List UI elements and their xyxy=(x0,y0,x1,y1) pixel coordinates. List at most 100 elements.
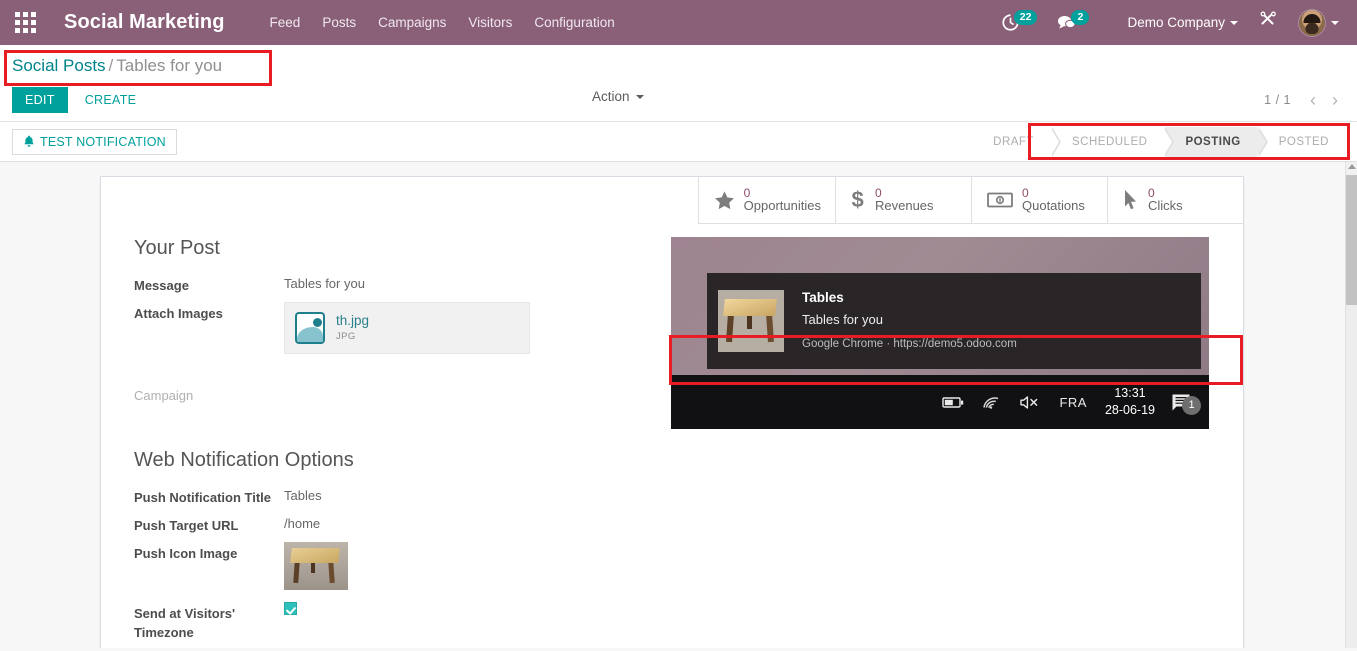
web-notification-section-title: Web Notification Options xyxy=(134,449,354,471)
status-bar: DRAFT SCHEDULED POSTING POSTED xyxy=(973,126,1345,157)
image-file-icon xyxy=(295,312,325,344)
control-panel: Social Posts / Tables for you EDIT CREATE … xyxy=(0,45,1357,122)
status-stage-label: POSTING xyxy=(1185,135,1241,148)
apps-grid-icon[interactable] xyxy=(8,12,42,33)
toast-source: Google Chrome · https://demo5.odoo.com xyxy=(802,338,1017,351)
attachment-filename: th.jpg xyxy=(336,313,370,329)
field-value-message: Tables for you xyxy=(284,276,365,291)
status-stage-scheduled[interactable]: SCHEDULED xyxy=(1052,126,1175,157)
push-icon-image-preview[interactable] xyxy=(284,542,348,590)
volume-muted-icon xyxy=(1010,395,1050,410)
wifi-icon xyxy=(973,395,1010,410)
stat-button-clicks[interactable]: 0 Clicks xyxy=(1107,177,1243,223)
stat-button-box: 0 Opportunities $ 0 Revenues 0 Quotation… xyxy=(697,177,1243,224)
pager-count: 1 / 1 xyxy=(1264,93,1291,107)
field-campaign: Campaign xyxy=(134,384,671,405)
app-brand-title: Social Marketing xyxy=(64,11,225,33)
menu-item-visitors[interactable]: Visitors xyxy=(457,9,523,36)
stat-button-quotations[interactable]: 0 Quotations xyxy=(971,177,1107,223)
vertical-scrollbar[interactable] xyxy=(1345,162,1357,648)
messaging-menu[interactable]: 2 xyxy=(1047,9,1099,31)
form-sheet: 0 Opportunities $ 0 Revenues 0 Quotation… xyxy=(100,176,1244,648)
field-label-push-icon-image: Push Icon Image xyxy=(134,546,238,561)
toast-body: Tables for you xyxy=(802,311,883,327)
field-label-push-url: Push Target URL xyxy=(134,518,239,533)
pager-next-button[interactable]: › xyxy=(1325,91,1345,109)
actions-row: EDIT CREATE Action 1 / 1 ‹ › xyxy=(0,87,1357,121)
windows-toast-notification: Tables Tables for you Google Chrome · ht… xyxy=(707,273,1201,369)
stat-label: Opportunities xyxy=(743,198,821,214)
scrollbar-thumb[interactable] xyxy=(1346,175,1357,305)
toast-thumbnail-image xyxy=(718,290,784,352)
svg-text:$: $ xyxy=(852,188,864,212)
status-stage-draft[interactable]: DRAFT xyxy=(973,126,1061,157)
edit-button[interactable]: EDIT xyxy=(12,87,68,113)
breadcrumb-root-link[interactable]: Social Posts xyxy=(12,56,106,75)
field-label-campaign: Campaign xyxy=(134,388,194,403)
action-menu-dropdown[interactable]: Action xyxy=(592,89,644,104)
chevron-down-icon xyxy=(635,95,644,100)
chevron-down-icon xyxy=(1230,21,1238,26)
status-stage-label: POSTED xyxy=(1278,135,1329,148)
status-stage-label: DRAFT xyxy=(993,135,1034,148)
form-scroll-area: 0 Opportunities $ 0 Revenues 0 Quotation… xyxy=(0,162,1357,648)
menu-item-posts[interactable]: Posts xyxy=(311,9,367,36)
field-attach-images: Attach Images th.jpg JPG xyxy=(134,302,671,354)
company-name-label: Demo Company xyxy=(1127,15,1225,30)
form-body: Your Post Message Tables for you Attach … xyxy=(101,177,1243,648)
field-label-attach-images: Attach Images xyxy=(134,306,223,321)
toast-title: Tables xyxy=(802,290,844,306)
field-send-visitors-timezone: Send at Visitors' Timezone xyxy=(134,602,671,642)
field-label-send-visitors-timezone: Send at Visitors' Timezone xyxy=(134,606,236,640)
form-right-column: Tables Tables for you Google Chrome · ht… xyxy=(671,237,1211,648)
developer-tools-button[interactable] xyxy=(1250,11,1288,34)
avatar xyxy=(1298,8,1326,37)
field-value-push-url: /home xyxy=(284,516,321,531)
field-value-push-title: Tables xyxy=(284,488,322,503)
breadcrumb: Social Posts / Tables for you xyxy=(12,55,1357,77)
field-message: Message Tables for you xyxy=(134,274,671,295)
create-button[interactable]: CREATE xyxy=(72,87,150,113)
notification-preview-image: Tables Tables for you Google Chrome · ht… xyxy=(671,237,1209,429)
stat-button-opportunities[interactable]: 0 Opportunities xyxy=(697,177,835,223)
send-at-visitors-timezone-checkbox[interactable] xyxy=(284,602,297,615)
scrollbar-track[interactable] xyxy=(1346,305,1357,648)
attachment-extension: JPG xyxy=(336,331,356,343)
field-push-icon-image: Push Icon Image xyxy=(134,542,671,590)
stat-label: Revenues xyxy=(875,198,934,214)
taskbar-time: 13:31 xyxy=(1114,386,1146,401)
activity-count-badge: 22 xyxy=(1013,9,1038,25)
messages-count-badge: 2 xyxy=(1071,9,1090,25)
field-label-message: Message xyxy=(134,278,189,293)
attachment-card[interactable]: th.jpg JPG xyxy=(284,302,530,354)
stat-label: Clicks xyxy=(1148,198,1183,214)
field-label-push-title: Push Notification Title xyxy=(134,490,271,505)
menu-item-configuration[interactable]: Configuration xyxy=(523,9,625,36)
activity-menu[interactable]: 22 xyxy=(992,9,1048,31)
chevron-down-icon xyxy=(1331,20,1339,25)
top-navbar: Social Marketing Feed Posts Campaigns Vi… xyxy=(0,0,1357,45)
taskbar-notification-center: 1 xyxy=(1167,393,1201,415)
status-stage-label: SCHEDULED xyxy=(1072,135,1148,148)
action-menu-label: Action xyxy=(592,89,630,104)
taskbar-clock: 13:31 28-06-19 xyxy=(1096,385,1167,419)
pager: 1 / 1 ‹ › xyxy=(1264,91,1345,109)
navbar-right-group: 22 2 Demo Company xyxy=(992,8,1349,37)
money-bill-icon xyxy=(987,191,1013,209)
menu-item-feed[interactable]: Feed xyxy=(259,9,312,36)
company-switcher[interactable]: Demo Company xyxy=(1099,15,1250,30)
your-post-section-title: Your Post xyxy=(134,237,220,259)
mouse-pointer-icon xyxy=(1123,189,1139,211)
user-menu[interactable] xyxy=(1288,8,1343,37)
star-icon xyxy=(714,190,735,211)
stat-label: Quotations xyxy=(1022,198,1085,214)
scroll-up-arrow-icon[interactable] xyxy=(1347,164,1356,169)
bell-icon xyxy=(24,135,34,147)
status-stage-posting[interactable]: POSTING xyxy=(1165,126,1269,157)
stat-button-revenues[interactable]: $ 0 Revenues xyxy=(835,177,971,223)
tools-wrench-icon xyxy=(1260,11,1276,25)
test-notification-button[interactable]: TEST NOTIFICATION xyxy=(12,128,177,155)
pager-previous-button[interactable]: ‹ xyxy=(1303,91,1323,109)
status-stage-posted[interactable]: POSTED xyxy=(1258,126,1345,157)
menu-item-campaigns[interactable]: Campaigns xyxy=(367,9,457,36)
